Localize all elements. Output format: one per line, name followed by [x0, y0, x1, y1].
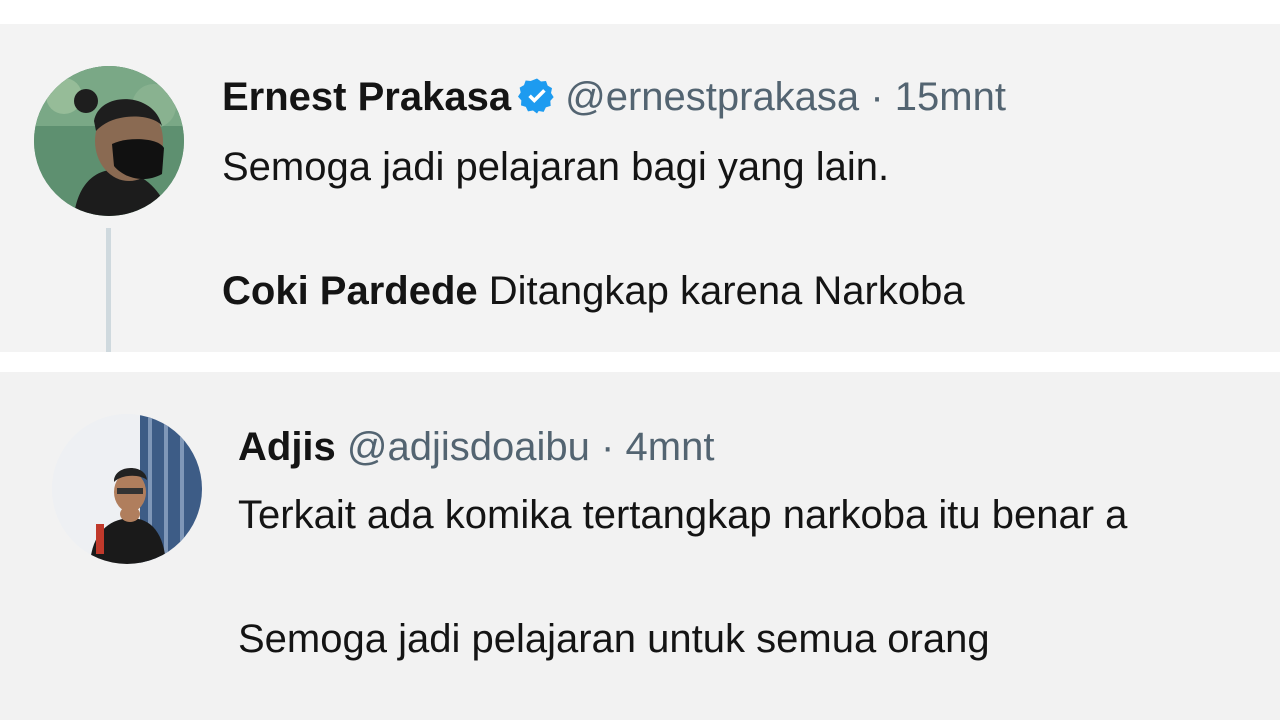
tweet-card-adjis[interactable]: Adjis @adjisdoaibu · 4mnt Terkait ada ko… — [0, 372, 1280, 720]
tweet-text-line-2: Semoga jadi pelajaran untuk semua orang — [238, 617, 990, 661]
author-handle[interactable]: @ernestprakasa — [565, 75, 859, 119]
verified-badge-icon — [517, 76, 557, 126]
thread-line — [106, 228, 111, 352]
card-gap — [0, 352, 1280, 372]
author-handle[interactable]: @adjisdoaibu — [347, 425, 590, 469]
tweet-text-line-1: Terkait ada komika tertangkap narkoba it… — [238, 493, 1128, 537]
author-name[interactable]: Adjis — [238, 425, 336, 469]
tweet-quote-line: Coki Pardede Ditangkap karena Narkoba — [222, 268, 965, 314]
avatar-ernest[interactable] — [34, 66, 184, 216]
tweet-header: Adjis @adjisdoaibu · 4mnt — [238, 424, 714, 470]
quote-name: Coki Pardede — [222, 269, 478, 313]
author-name[interactable]: Ernest Prakasa — [222, 75, 511, 119]
quote-text: Ditangkap karena Narkoba — [477, 269, 965, 313]
avatar-adjis[interactable] — [52, 414, 202, 564]
top-strip — [0, 0, 1280, 24]
tweet-card-ernest[interactable]: Ernest Prakasa @ernestprakasa · 15mnt Sem… — [0, 24, 1280, 352]
separator-dot: · — [870, 75, 884, 119]
tweet-header: Ernest Prakasa @ernestprakasa · 15mnt — [222, 74, 1006, 126]
tweet-time[interactable]: 4mnt — [626, 425, 715, 469]
separator-dot: · — [601, 425, 615, 469]
tweet-time[interactable]: 15mnt — [895, 75, 1006, 119]
tweet-text: Semoga jadi pelajaran bagi yang lain. — [222, 145, 890, 189]
